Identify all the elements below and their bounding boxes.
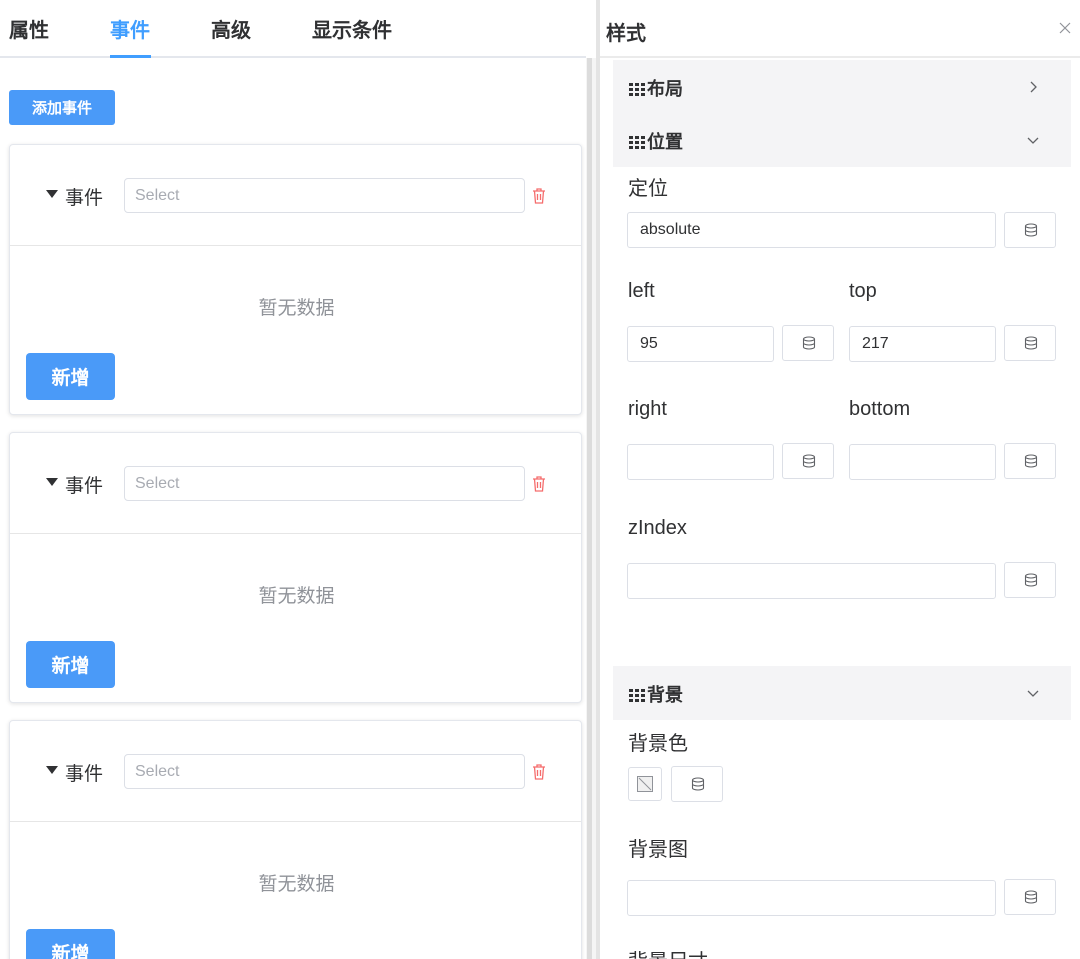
tab-events[interactable]: 事件 bbox=[110, 14, 150, 43]
section-background-title: 背景 bbox=[629, 681, 683, 707]
right-input[interactable] bbox=[627, 444, 774, 480]
right-label: right bbox=[628, 398, 667, 420]
event-card: 事件 Select 暂无数据 新增 bbox=[9, 432, 582, 703]
bottom-label: bottom bbox=[849, 398, 911, 420]
add-event-button[interactable]: 添加事件 bbox=[9, 90, 115, 125]
background-image-bind-button[interactable] bbox=[1004, 879, 1056, 915]
zindex-input[interactable] bbox=[627, 563, 996, 599]
trash-icon[interactable] bbox=[531, 187, 547, 205]
style-panel: 样式 布局 位置 定位 absolute left top 95 217 rig… bbox=[600, 0, 1080, 959]
database-icon bbox=[1024, 890, 1038, 904]
database-icon bbox=[1024, 573, 1038, 587]
grid-icon bbox=[629, 83, 645, 96]
database-icon bbox=[802, 336, 816, 350]
grid-icon bbox=[629, 136, 645, 149]
section-title-text: 布局 bbox=[647, 79, 683, 99]
database-icon bbox=[691, 777, 705, 791]
color-picker[interactable] bbox=[628, 767, 662, 801]
left-bind-button[interactable] bbox=[782, 325, 834, 361]
database-icon bbox=[1024, 223, 1038, 237]
event-label: 事件 bbox=[65, 764, 104, 785]
active-tab-indicator bbox=[110, 55, 151, 58]
chevron-down-icon[interactable] bbox=[1025, 685, 1041, 701]
event-label: 事件 bbox=[65, 476, 104, 497]
right-bind-button[interactable] bbox=[782, 443, 834, 479]
top-label: top bbox=[849, 280, 877, 302]
background-image-label: 背景图 bbox=[628, 839, 688, 861]
event-card: 事件 Select 暂无数据 新增 bbox=[9, 720, 582, 959]
zindex-label: zIndex bbox=[628, 517, 687, 539]
new-action-button[interactable]: 新增 bbox=[26, 353, 115, 400]
section-layout-header[interactable]: 布局 bbox=[613, 60, 1071, 114]
header-divider bbox=[600, 56, 1080, 58]
event-card-header: 事件 Select bbox=[10, 721, 581, 822]
tab-properties[interactable]: 属性 bbox=[9, 14, 49, 43]
event-select[interactable]: Select bbox=[124, 466, 525, 501]
tab-display-conditions[interactable]: 显示条件 bbox=[312, 14, 392, 43]
positioning-label: 定位 bbox=[628, 178, 668, 200]
event-select[interactable]: Select bbox=[124, 178, 525, 213]
top-input[interactable]: 217 bbox=[849, 326, 996, 362]
top-bind-button[interactable] bbox=[1004, 325, 1056, 361]
caret-down-icon[interactable] bbox=[46, 190, 58, 198]
section-position-title: 位置 bbox=[629, 128, 683, 154]
style-panel-title: 样式 bbox=[606, 23, 646, 45]
database-icon bbox=[1024, 336, 1038, 350]
caret-down-icon[interactable] bbox=[46, 766, 58, 774]
caret-down-icon[interactable] bbox=[46, 478, 58, 486]
trash-icon[interactable] bbox=[531, 475, 547, 493]
event-card-header: 事件 Select bbox=[10, 145, 581, 246]
tab-bar: 属性 事件 高级 显示条件 bbox=[0, 0, 586, 58]
database-icon bbox=[1024, 454, 1038, 468]
background-size-label: 背景尺寸 bbox=[628, 945, 708, 959]
section-background-header[interactable]: 背景 bbox=[613, 666, 1071, 720]
empty-color-icon bbox=[637, 776, 653, 792]
left-label: left bbox=[628, 280, 655, 302]
event-card: 事件 Select 暂无数据 新增 bbox=[9, 144, 582, 415]
chevron-down-icon[interactable] bbox=[1025, 132, 1041, 148]
empty-state-text: 暂无数据 bbox=[258, 874, 335, 895]
background-image-input[interactable] bbox=[627, 880, 996, 916]
event-select[interactable]: Select bbox=[124, 754, 525, 789]
bottom-input[interactable] bbox=[849, 444, 996, 480]
trash-icon[interactable] bbox=[531, 763, 547, 781]
bottom-bind-button[interactable] bbox=[1004, 443, 1056, 479]
section-title-text: 位置 bbox=[647, 132, 683, 152]
section-position-header[interactable]: 位置 bbox=[613, 113, 1071, 167]
section-layout-title: 布局 bbox=[629, 75, 683, 101]
scrollbar-track[interactable] bbox=[587, 58, 592, 959]
new-action-button[interactable]: 新增 bbox=[26, 929, 115, 959]
empty-state-text: 暂无数据 bbox=[258, 298, 335, 319]
chevron-right-icon[interactable] bbox=[1025, 79, 1041, 95]
new-action-button[interactable]: 新增 bbox=[26, 641, 115, 688]
database-icon bbox=[802, 454, 816, 468]
close-icon[interactable] bbox=[1057, 20, 1073, 36]
grid-icon bbox=[629, 689, 645, 702]
positioning-bind-button[interactable] bbox=[1004, 212, 1056, 248]
background-color-bind-button[interactable] bbox=[671, 766, 723, 802]
section-title-text: 背景 bbox=[647, 685, 683, 705]
left-input[interactable]: 95 bbox=[627, 326, 774, 362]
zindex-bind-button[interactable] bbox=[1004, 562, 1056, 598]
positioning-input[interactable]: absolute bbox=[627, 212, 996, 248]
tab-advanced[interactable]: 高级 bbox=[211, 14, 251, 43]
background-color-label: 背景色 bbox=[628, 733, 688, 755]
empty-state-text: 暂无数据 bbox=[258, 586, 335, 607]
event-config-panel: 属性 事件 高级 显示条件 添加事件 事件 Select 暂无数据 新增 事件 … bbox=[0, 0, 586, 959]
event-card-header: 事件 Select bbox=[10, 433, 581, 534]
event-label: 事件 bbox=[65, 188, 104, 209]
